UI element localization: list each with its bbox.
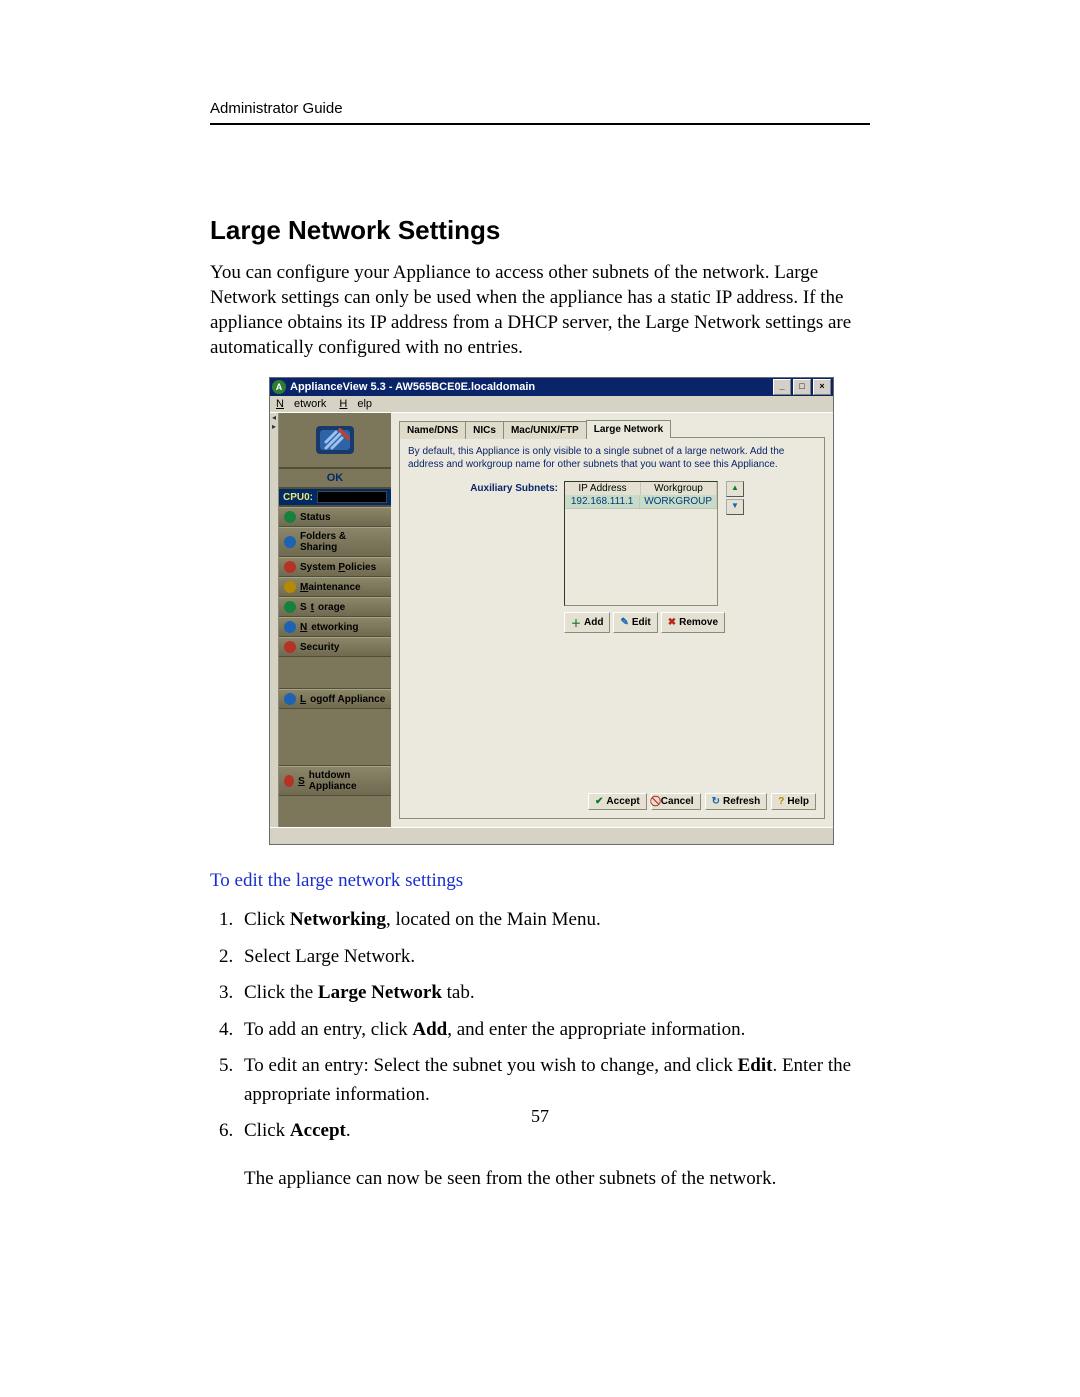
- window-title: ApplianceView 5.3 - AW565BCE0E.localdoma…: [290, 381, 773, 393]
- appliance-logo: [279, 413, 391, 469]
- statusbar: [270, 827, 833, 844]
- shutdown-icon: [284, 775, 294, 787]
- intro-paragraph: You can configure your Appliance to acce…: [210, 260, 870, 360]
- step-3: Click the Large Network tab.: [238, 979, 870, 1008]
- nav-security[interactable]: Security: [279, 637, 391, 657]
- folder-icon: [284, 536, 296, 548]
- table-empty-area: [565, 508, 717, 605]
- header-rule: [210, 123, 870, 125]
- x-icon: ✖: [668, 617, 676, 628]
- add-button[interactable]: ＋Add: [564, 612, 610, 633]
- sidebar-collapse-gutter[interactable]: ◂ ▸: [270, 413, 279, 827]
- tab-mac-unix-ftp[interactable]: Mac/UNIX/FTP: [503, 421, 587, 439]
- nav-folders-sharing[interactable]: Folders & Sharing: [279, 527, 391, 557]
- help-button[interactable]: ?Help: [771, 793, 816, 810]
- move-down-button[interactable]: ▼: [726, 499, 744, 515]
- close-icon[interactable]: ×: [813, 379, 831, 395]
- gutter-arrow-left-icon: ◂: [272, 413, 276, 422]
- tab-row: Name/DNS NICs Mac/UNIX/FTP Large Network: [399, 419, 825, 437]
- edit-button[interactable]: ✎Edit: [613, 612, 657, 633]
- menu-help[interactable]: Help: [339, 398, 372, 410]
- col-ip-address: IP Address: [565, 482, 641, 495]
- check-icon: ✔: [595, 796, 603, 807]
- refresh-icon: ↻: [712, 796, 720, 807]
- logo-icon: [312, 420, 358, 460]
- tab-name-dns[interactable]: Name/DNS: [399, 421, 466, 439]
- cpu-meter: CPU0:: [279, 489, 391, 507]
- tab-large-network[interactable]: Large Network: [586, 420, 671, 438]
- nav-networking[interactable]: Networking: [279, 617, 391, 637]
- move-up-button[interactable]: ▲: [726, 481, 744, 497]
- sidebar: OK CPU0: Status Folders & Sharing System…: [279, 413, 391, 827]
- page-number: 57: [0, 1106, 1080, 1127]
- panel-description: By default, this Appliance is only visib…: [408, 446, 816, 471]
- subnet-table[interactable]: IP Address Workgroup 192.168.111.1 WORKG…: [564, 481, 718, 606]
- pencil-icon: ✎: [620, 617, 628, 628]
- cell-ip: 192.168.111.1: [565, 495, 640, 508]
- tab-panel: By default, this Appliance is only visib…: [399, 437, 825, 819]
- step-2: Select Large Network.: [238, 943, 870, 972]
- nav-logoff[interactable]: Logoff Appliance: [279, 689, 391, 709]
- menubar: Network Help: [270, 396, 833, 412]
- procedure-subhead: To edit the large network settings: [210, 870, 870, 892]
- app-icon: A: [272, 380, 286, 394]
- gutter-arrow-right-icon: ▸: [272, 422, 276, 431]
- question-icon: ?: [778, 796, 784, 807]
- cpu-bar: [317, 491, 387, 503]
- section-title: Large Network Settings: [210, 215, 870, 246]
- nav-maintenance[interactable]: Maintenance: [279, 577, 391, 597]
- step-4: To add an entry, click Add, and enter th…: [238, 1016, 870, 1045]
- step-1: Click Networking, located on the Main Me…: [238, 906, 870, 935]
- accept-button[interactable]: ✔Accept: [588, 793, 647, 810]
- plus-icon: ＋: [571, 615, 581, 630]
- col-workgroup: Workgroup: [641, 482, 717, 495]
- document-page: Administrator Guide Large Network Settin…: [0, 0, 1080, 1397]
- closing-paragraph: The appliance can now be seen from the o…: [244, 1168, 870, 1190]
- security-icon: [284, 641, 296, 653]
- status-ok: OK: [279, 469, 391, 489]
- running-header: Administrator Guide: [210, 100, 870, 117]
- logoff-icon: [284, 693, 296, 705]
- refresh-button[interactable]: ↻Refresh: [705, 793, 768, 810]
- menu-network[interactable]: Network: [276, 398, 326, 410]
- app-window: A ApplianceView 5.3 - AW565BCE0E.localdo…: [270, 378, 833, 844]
- cancel-button[interactable]: ⃠Cancel: [651, 793, 701, 810]
- policies-icon: [284, 561, 296, 573]
- networking-icon: [284, 621, 296, 633]
- nav-status[interactable]: Status: [279, 507, 391, 527]
- nav-shutdown[interactable]: Shutdown Appliance: [279, 766, 391, 796]
- minimize-icon[interactable]: _: [773, 379, 791, 395]
- cell-workgroup: WORKGROUP: [640, 495, 717, 508]
- nav-system-policies[interactable]: System Policies: [279, 557, 391, 577]
- step-5: To edit an entry: Select the subnet you …: [238, 1052, 870, 1109]
- tab-nics[interactable]: NICs: [465, 421, 504, 439]
- maximize-icon[interactable]: □: [793, 379, 811, 395]
- remove-button[interactable]: ✖Remove: [661, 612, 725, 633]
- aux-subnets-label: Auxiliary Subnets:: [408, 481, 558, 606]
- titlebar: A ApplianceView 5.3 - AW565BCE0E.localdo…: [270, 378, 833, 396]
- status-icon: [284, 511, 296, 523]
- main-panel: Name/DNS NICs Mac/UNIX/FTP Large Network…: [391, 413, 833, 827]
- storage-icon: [284, 601, 296, 613]
- nav-storage[interactable]: Storage: [279, 597, 391, 617]
- maintenance-icon: [284, 581, 296, 593]
- table-row[interactable]: 192.168.111.1 WORKGROUP: [565, 495, 717, 508]
- cpu-label: CPU0:: [283, 492, 313, 503]
